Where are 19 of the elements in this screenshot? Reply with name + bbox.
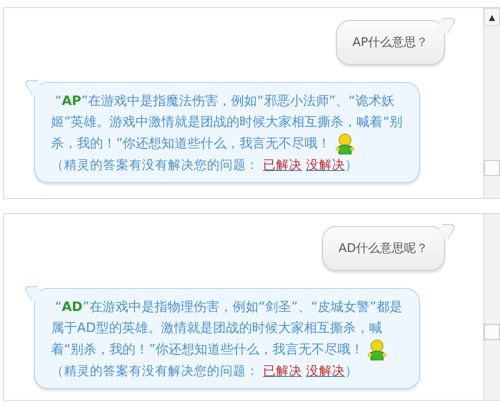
scroll-thumb[interactable] [484,324,500,340]
scrollbar[interactable] [483,214,500,400]
feedback-link[interactable]: 没解决 [306,363,345,380]
feedback-link[interactable]: 已解决 [263,157,302,174]
feedback-prompt: （精灵的答案有没有解决您的问题： [51,157,259,174]
scroll-up-button[interactable]: ▲ [484,8,500,26]
feedback-suffix: ） [345,363,358,380]
answer-text: “AD”在游戏中是指物理伤害，例如“剑圣”、“皮城女警”都是属于AD型的英雄。激情就是团战的时候大家相互撕杀，喊着“别杀，我的！”你还想知道些什么，我言无不尽哦！ [51,297,403,361]
feedback-suffix: ） [345,157,358,174]
scroll-thumb[interactable] [484,160,500,176]
feedback-link[interactable]: 已解决 [263,363,302,380]
feedback-prompt: （精灵的答案有没有解决您的问题： [51,363,259,380]
feedback-link[interactable]: 没解决 [306,157,345,174]
question-text: AD什么意思呢？ [338,241,428,255]
scrollbar[interactable]: ▲ [483,8,500,198]
question-text: AP什么意思？ [352,35,428,49]
cartoon-figure-icon [366,339,388,361]
answer-text: “AP”在游戏中是指魔法伤害，例如“邪恶小法师”、“诡术妖姬”英雄。游戏中激情就是团战的时候大家相互撕杀，喊着“别杀，我的！”你还想知道些什么，我言无不尽哦！ [51,91,403,155]
cartoon-figure-icon [334,133,356,155]
